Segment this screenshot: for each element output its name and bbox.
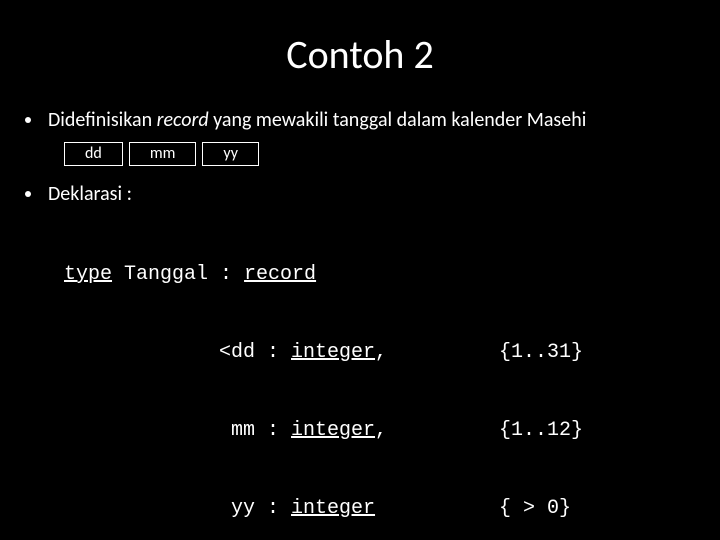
slide: Contoh 2 Didefinisikan record yang mewak… xyxy=(0,0,720,540)
comma-dd: , xyxy=(375,341,387,364)
bullet1-record-word: record xyxy=(157,108,209,132)
comment-yy: { > 0} xyxy=(499,496,571,522)
bullet-definition: Didefinisikan record yang mewakili tangg… xyxy=(44,107,670,167)
field-boxes: ddmmyy xyxy=(64,140,670,167)
bullet1-post: yang mewakili tanggal dalam kalender Mas… xyxy=(209,108,587,132)
field-mm: mm : xyxy=(219,419,291,442)
code-line-3: mm : integer, {1..12} xyxy=(64,418,670,444)
code-name: Tanggal : xyxy=(112,263,244,286)
code-line-2: <dd : integer, {1..31} xyxy=(64,340,670,366)
comment-dd: {1..31} xyxy=(499,340,583,366)
field-box-mm: mm xyxy=(129,142,197,166)
kw-type: type xyxy=(64,263,112,286)
bullet2-text: Deklarasi : xyxy=(48,182,132,206)
comma-mm: , xyxy=(375,419,387,442)
field-box-dd: dd xyxy=(64,142,123,166)
slide-body: Didefinisikan record yang mewakili tangg… xyxy=(44,107,670,540)
type-int-mm: integer xyxy=(291,419,375,442)
kw-record: record xyxy=(244,263,316,286)
field-dd: <dd : xyxy=(219,341,291,364)
type-int-dd: integer xyxy=(291,341,375,364)
comment-mm: {1..12} xyxy=(499,418,583,444)
code-line-1: type Tanggal : record xyxy=(64,262,670,288)
type-int-yy: integer xyxy=(291,497,375,520)
code-line-4: yy : integer { > 0} xyxy=(64,496,670,522)
bullet-deklarasi: Deklarasi : type Tanggal : record <dd : … xyxy=(44,181,670,540)
code-block: type Tanggal : record <dd : integer, {1..… xyxy=(64,210,670,540)
slide-title: Contoh 2 xyxy=(50,30,670,79)
field-box-yy: yy xyxy=(202,142,259,166)
field-yy: yy : xyxy=(219,497,291,520)
bullet1-pre: Didefinisikan xyxy=(48,108,157,132)
